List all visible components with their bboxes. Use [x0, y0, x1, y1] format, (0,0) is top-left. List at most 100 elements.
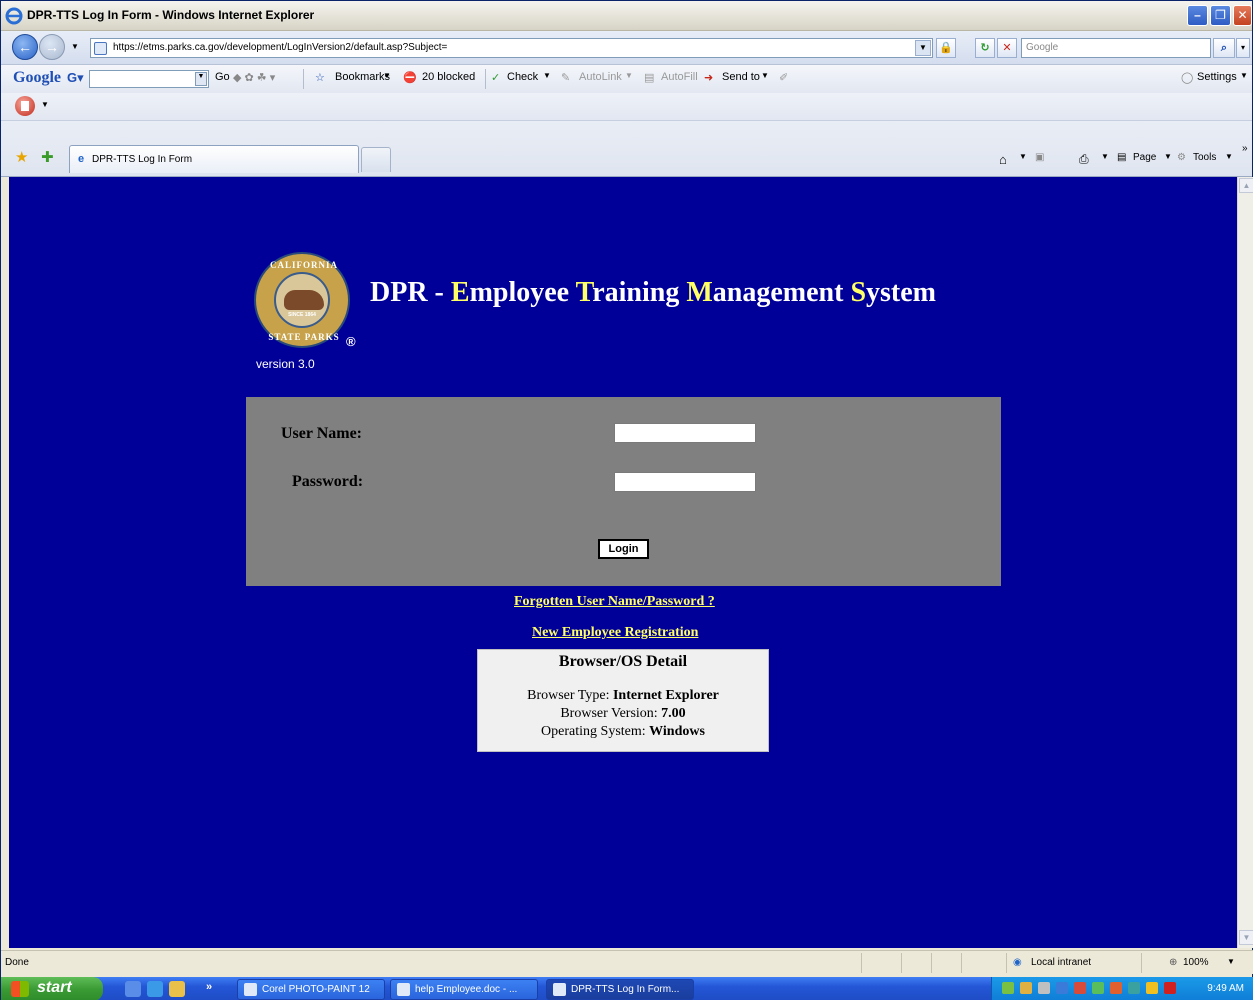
task-word[interactable]: help Employee.doc - ... — [390, 979, 538, 1000]
vertical-scrollbar[interactable]: ▲ ▼ — [1237, 177, 1253, 948]
tray-icon[interactable] — [1020, 982, 1032, 994]
pdf-dropdown-icon[interactable]: ▼ — [41, 100, 49, 109]
url-text: https://etms.parks.ca.gov/development/Lo… — [113, 42, 448, 53]
password-label: Password: — [292, 473, 364, 490]
google-search-input[interactable] — [89, 70, 209, 88]
autolink-icon: ✎ — [561, 72, 571, 84]
stop-icon[interactable]: ✕ — [997, 38, 1017, 58]
add-favorites-icon[interactable]: ✚ — [41, 148, 54, 166]
minimize-button[interactable]: – — [1187, 5, 1208, 26]
zoom-dropdown-icon[interactable]: ▼ — [1227, 957, 1235, 966]
url-dropdown-icon[interactable]: ▼ — [915, 40, 931, 56]
chevron-more-icon[interactable]: » — [1242, 143, 1248, 154]
bookmarks-dropdown-icon[interactable]: ▼ — [383, 71, 391, 80]
pdf-toolbar: ▼ — [1, 93, 1252, 121]
autofill-button[interactable]: AutoFill — [661, 71, 698, 83]
tray-icon[interactable] — [1164, 982, 1176, 994]
tools-dropdown-icon[interactable]: ▼ — [1225, 152, 1233, 161]
task-corel[interactable]: Corel PHOTO-PAINT 12 — [237, 979, 385, 1000]
popup-blocker-icon: ⛔ — [403, 72, 417, 84]
lock-icon[interactable]: 🔒 — [936, 38, 956, 58]
popup-blocked-count[interactable]: 20 blocked — [422, 71, 475, 83]
taskbar-chevron-icon[interactable]: » — [206, 981, 212, 993]
google-go-button[interactable]: Go — [215, 71, 230, 83]
quicklaunch-desktop-icon[interactable] — [125, 981, 141, 997]
sendto-button[interactable]: Send to — [722, 71, 760, 83]
zoom-icon: ⊕ — [1169, 957, 1178, 968]
google-toolbar: Google G▾ ▼ Go ◆ ✿ ☘ ▾ ☆ Bookmarks ▼ ⛔ 2… — [1, 65, 1252, 93]
ie-logo-icon — [5, 7, 23, 25]
new-tab-button[interactable] — [361, 147, 391, 172]
page-dropdown-icon[interactable]: ▼ — [1164, 152, 1172, 161]
history-dropdown-icon[interactable]: ▼ — [71, 42, 79, 51]
scroll-down-icon[interactable]: ▼ — [1239, 930, 1253, 945]
spellcheck-button[interactable]: Check — [507, 71, 538, 83]
google-logo: Google — [13, 69, 61, 86]
home-dropdown-icon[interactable]: ▼ — [1019, 152, 1027, 161]
browser-os-detail: Browser/OS Detail Browser Type: Internet… — [477, 649, 769, 752]
window-title: DPR-TTS Log In Form - Windows Internet E… — [27, 8, 315, 22]
tray-icon[interactable] — [1002, 982, 1014, 994]
sendto-dropdown-icon[interactable]: ▼ — [761, 71, 769, 80]
seal-inner: SINCE 1864 — [274, 272, 330, 328]
print-dropdown-icon[interactable]: ▼ — [1101, 152, 1109, 161]
start-button[interactable]: start — [1, 977, 103, 1000]
tray-icon[interactable] — [1110, 982, 1122, 994]
spellcheck-icon: ✓ — [491, 72, 501, 84]
google-menu-icon[interactable]: G▾ — [67, 70, 84, 86]
task-label: help Employee.doc - ... — [415, 984, 518, 995]
tray-icon[interactable] — [1146, 982, 1158, 994]
url-field[interactable]: https://etms.parks.ca.gov/development/Lo… — [90, 38, 933, 58]
close-button[interactable]: ✕ — [1233, 5, 1252, 26]
quicklaunch-folder-icon[interactable] — [169, 981, 185, 997]
browser-detail-heading: Browser/OS Detail — [558, 653, 688, 670]
bookmarks-button[interactable]: Bookmarks — [335, 71, 390, 83]
new-employee-registration-link[interactable]: New Employee Registration — [532, 625, 698, 641]
page-menu[interactable]: Page — [1133, 152, 1156, 163]
search-input[interactable]: Google — [1021, 38, 1211, 58]
favorites-star-icon[interactable]: ★ — [15, 148, 28, 166]
tools-menu[interactable]: Tools — [1193, 152, 1216, 163]
tray-icon[interactable] — [1128, 982, 1140, 994]
taskbar: start » Corel PHOTO-PAINT 12 help Employ… — [1, 977, 1253, 1000]
corel-icon — [244, 983, 257, 996]
maximize-button[interactable]: ❐ — [1210, 5, 1231, 26]
page-content: CALIFORNIA SINCE 1864 STATE PARKS ® DPR … — [9, 177, 1237, 948]
browser-version-row: Browser Version: 7.00 — [560, 706, 686, 721]
autolink-button[interactable]: AutoLink — [579, 71, 622, 83]
tray-icon[interactable] — [1074, 982, 1086, 994]
home-icon[interactable]: ⌂ — [999, 152, 1007, 167]
status-cell — [861, 953, 862, 973]
tray-icon[interactable] — [1038, 982, 1050, 994]
forgot-password-link[interactable]: Forgotten User Name/Password ? — [514, 594, 715, 610]
autolink-dropdown-icon[interactable]: ▼ — [625, 71, 633, 80]
highlight-icon[interactable]: ✐ — [779, 71, 788, 84]
search-icon[interactable]: ⌕ — [1213, 38, 1235, 58]
autofill-icon: ▤ — [644, 72, 655, 84]
refresh-icon[interactable]: ↻ — [975, 38, 995, 58]
scroll-up-icon[interactable]: ▲ — [1239, 178, 1253, 193]
pdf-icon[interactable] — [15, 96, 35, 116]
google-dropdown-icon[interactable]: ▼ — [195, 72, 207, 86]
username-label: User Name: — [281, 425, 363, 442]
feeds-icon[interactable]: ▣ — [1035, 152, 1044, 163]
tray-icon[interactable] — [1056, 982, 1068, 994]
status-cell — [961, 953, 962, 973]
username-input[interactable] — [614, 423, 756, 443]
go-arrow-icon: ◆ ✿ ☘ ▾ — [233, 72, 276, 84]
tab-login-form[interactable]: e DPR-TTS Log In Form — [69, 145, 359, 173]
password-input[interactable] — [614, 472, 756, 492]
check-dropdown-icon[interactable]: ▼ — [543, 71, 551, 80]
zoom-level[interactable]: 100% — [1183, 957, 1209, 968]
settings-button[interactable]: Settings — [1197, 71, 1237, 83]
back-button[interactable]: ← — [12, 34, 38, 60]
settings-dropdown-icon[interactable]: ▼ — [1240, 71, 1248, 80]
quicklaunch-ie-icon[interactable] — [147, 981, 163, 997]
search-options-icon[interactable]: ▾ — [1236, 38, 1250, 58]
print-icon[interactable]: ⎙ — [1079, 152, 1089, 167]
login-button[interactable]: Login — [598, 539, 649, 559]
tray-icon[interactable] — [1092, 982, 1104, 994]
tools-gear-icon: ⚙ — [1177, 152, 1186, 163]
forward-button[interactable]: → — [39, 34, 65, 60]
task-ie[interactable]: DPR-TTS Log In Form... — [546, 979, 694, 1000]
